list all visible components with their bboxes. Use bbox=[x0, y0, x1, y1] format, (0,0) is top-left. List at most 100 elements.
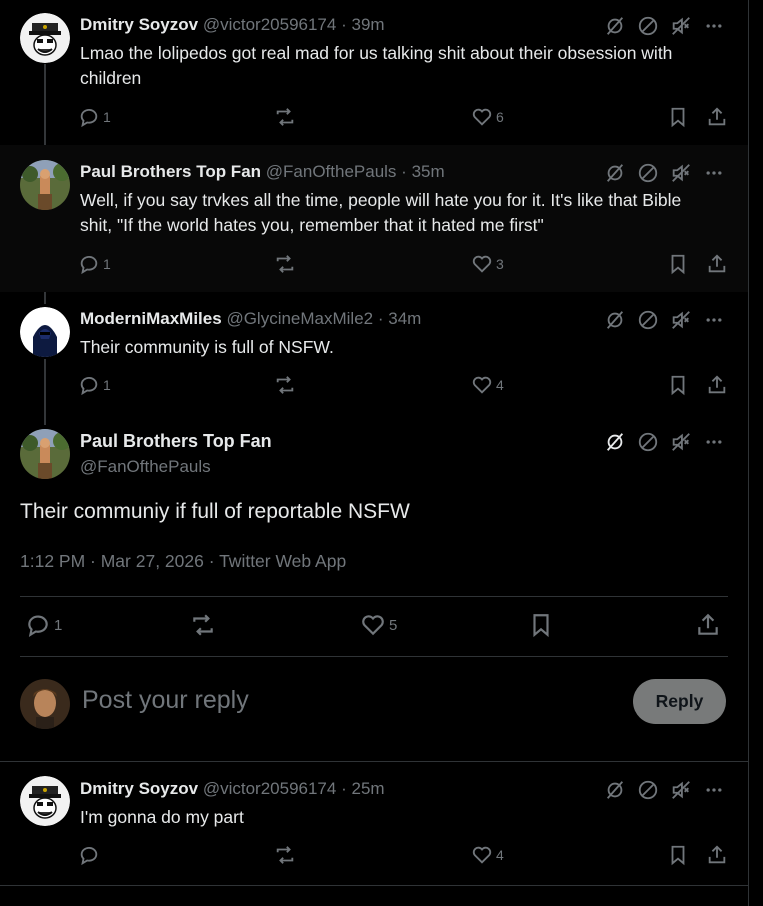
hide-reply-icon[interactable] bbox=[603, 778, 627, 802]
post-time[interactable]: 34m bbox=[388, 309, 421, 328]
mute-icon[interactable] bbox=[669, 308, 693, 332]
author-handle[interactable]: @GlycineMaxMile2 bbox=[226, 309, 373, 328]
timeline-column: Dmitry Soyzov @victor20596174 · 39m Lmao… bbox=[0, 0, 749, 906]
share-action[interactable] bbox=[706, 253, 728, 275]
hide-reply-icon[interactable] bbox=[603, 308, 627, 332]
block-icon[interactable] bbox=[636, 14, 660, 38]
reply-action[interactable]: 1 bbox=[78, 374, 111, 396]
repost-action[interactable] bbox=[274, 374, 299, 396]
post-text: I'm gonna do my part bbox=[80, 807, 244, 827]
mute-icon[interactable] bbox=[669, 14, 693, 38]
reply-action[interactable]: 1 bbox=[78, 253, 111, 275]
author-name[interactable]: Dmitry Soyzov bbox=[80, 779, 198, 798]
mute-icon[interactable] bbox=[669, 778, 693, 802]
author-name[interactable]: ModerniMaxMiles bbox=[80, 309, 222, 328]
like-icon bbox=[472, 108, 492, 126]
reply-post[interactable]: ModerniMaxMiles @GlycineMaxMile2 · 34m T… bbox=[0, 292, 748, 417]
post-time[interactable]: 35m bbox=[412, 162, 445, 181]
like-count: 5 bbox=[389, 616, 398, 634]
more-icon[interactable] bbox=[702, 161, 726, 185]
avatar[interactable] bbox=[20, 776, 70, 826]
hide-reply-icon[interactable] bbox=[603, 161, 627, 185]
post-text: Well, if you say trvkes all the time, pe… bbox=[80, 190, 682, 235]
hide-reply-icon[interactable] bbox=[603, 14, 627, 38]
author-handle[interactable]: @FanOfthePauls bbox=[266, 162, 397, 181]
more-icon[interactable] bbox=[702, 14, 726, 38]
share-action[interactable] bbox=[706, 106, 728, 128]
repost-action[interactable] bbox=[274, 253, 299, 275]
bookmark-action[interactable] bbox=[667, 374, 689, 396]
post-time[interactable]: 39m bbox=[351, 15, 384, 34]
more-icon[interactable] bbox=[702, 308, 726, 332]
repost-icon bbox=[276, 255, 294, 273]
hide-reply-icon[interactable] bbox=[603, 430, 627, 454]
reply-post[interactable]: Paul Brothers Top Fan @FanOfthePauls · 3… bbox=[0, 145, 748, 292]
post-meta[interactable]: 1:12 PM · Mar 27, 2026 · Twitter Web App bbox=[20, 551, 346, 572]
bookmark-action[interactable] bbox=[667, 844, 689, 866]
reply-icon bbox=[80, 108, 98, 128]
repost-action[interactable] bbox=[190, 612, 219, 638]
avatar[interactable] bbox=[20, 160, 70, 210]
separator-dot: · bbox=[377, 309, 384, 328]
separator-dot: · bbox=[401, 162, 407, 181]
reply-action[interactable]: 1 bbox=[25, 612, 62, 638]
reply-count: 1 bbox=[54, 616, 63, 634]
block-icon[interactable] bbox=[636, 778, 660, 802]
author-name[interactable]: Dmitry Soyzov bbox=[80, 15, 198, 34]
bookmark-icon bbox=[671, 375, 685, 396]
reply-post[interactable]: Dmitry Soyzov @victor20596174 · 25m I'm … bbox=[0, 762, 748, 886]
mute-icon[interactable] bbox=[669, 430, 693, 454]
post-text: Their communiy if full of reportable NSF… bbox=[20, 500, 410, 523]
share-action[interactable] bbox=[706, 374, 728, 396]
repost-action[interactable] bbox=[274, 106, 299, 128]
post-text: Their community is full of NSFW. bbox=[80, 337, 334, 357]
moderation-icons bbox=[603, 430, 726, 454]
bookmark-action[interactable] bbox=[528, 612, 554, 638]
author-handle[interactable]: @FanOfthePauls bbox=[80, 457, 211, 477]
bookmark-action[interactable] bbox=[667, 253, 689, 275]
post-actions: 4 bbox=[78, 844, 728, 872]
post-actions: 1 5 bbox=[20, 612, 728, 642]
share-action[interactable] bbox=[706, 844, 728, 866]
post-time[interactable]: 25m bbox=[351, 779, 384, 798]
share-action[interactable] bbox=[695, 612, 721, 638]
avatar[interactable] bbox=[20, 307, 70, 357]
post-text: Lmao the lolipedos got real mad for us t… bbox=[80, 43, 673, 88]
reply-icon bbox=[80, 376, 98, 396]
like-action[interactable]: 4 bbox=[471, 374, 504, 396]
like-icon bbox=[362, 615, 384, 636]
author-handle[interactable]: @victor20596174 bbox=[203, 779, 337, 798]
block-icon[interactable] bbox=[636, 430, 660, 454]
avatar[interactable] bbox=[20, 13, 70, 63]
like-action[interactable]: 3 bbox=[471, 253, 504, 275]
block-icon[interactable] bbox=[636, 161, 660, 185]
reply-icon bbox=[80, 846, 98, 866]
more-icon[interactable] bbox=[702, 430, 726, 454]
author-name[interactable]: Paul Brothers Top Fan bbox=[80, 162, 261, 181]
author-handle[interactable]: @victor20596174 bbox=[203, 15, 337, 34]
repost-action[interactable] bbox=[274, 844, 299, 866]
like-action[interactable]: 5 bbox=[360, 612, 397, 638]
author-name[interactable]: Paul Brothers Top Fan bbox=[80, 431, 272, 452]
divider bbox=[20, 596, 728, 597]
reply-button[interactable]: Reply bbox=[633, 679, 726, 724]
repost-icon bbox=[193, 614, 213, 636]
share-icon bbox=[708, 254, 726, 273]
reply-count: 1 bbox=[103, 377, 111, 393]
block-icon[interactable] bbox=[636, 308, 660, 332]
moderation-icons bbox=[603, 14, 726, 38]
like-icon bbox=[472, 846, 492, 864]
reply-post[interactable]: Dmitry Soyzov @victor20596174 · 39m Lmao… bbox=[0, 0, 748, 145]
avatar[interactable] bbox=[20, 429, 70, 479]
post-header: Dmitry Soyzov @victor20596174 · 39m bbox=[80, 15, 385, 35]
like-count: 4 bbox=[496, 377, 504, 393]
mute-icon[interactable] bbox=[669, 161, 693, 185]
reply-input[interactable]: Post your reply bbox=[82, 686, 249, 715]
reply-action[interactable] bbox=[78, 844, 103, 866]
like-action[interactable]: 6 bbox=[471, 106, 504, 128]
user-avatar[interactable] bbox=[20, 679, 70, 729]
reply-action[interactable]: 1 bbox=[78, 106, 111, 128]
like-action[interactable]: 4 bbox=[471, 844, 504, 866]
bookmark-action[interactable] bbox=[667, 106, 689, 128]
more-icon[interactable] bbox=[702, 778, 726, 802]
